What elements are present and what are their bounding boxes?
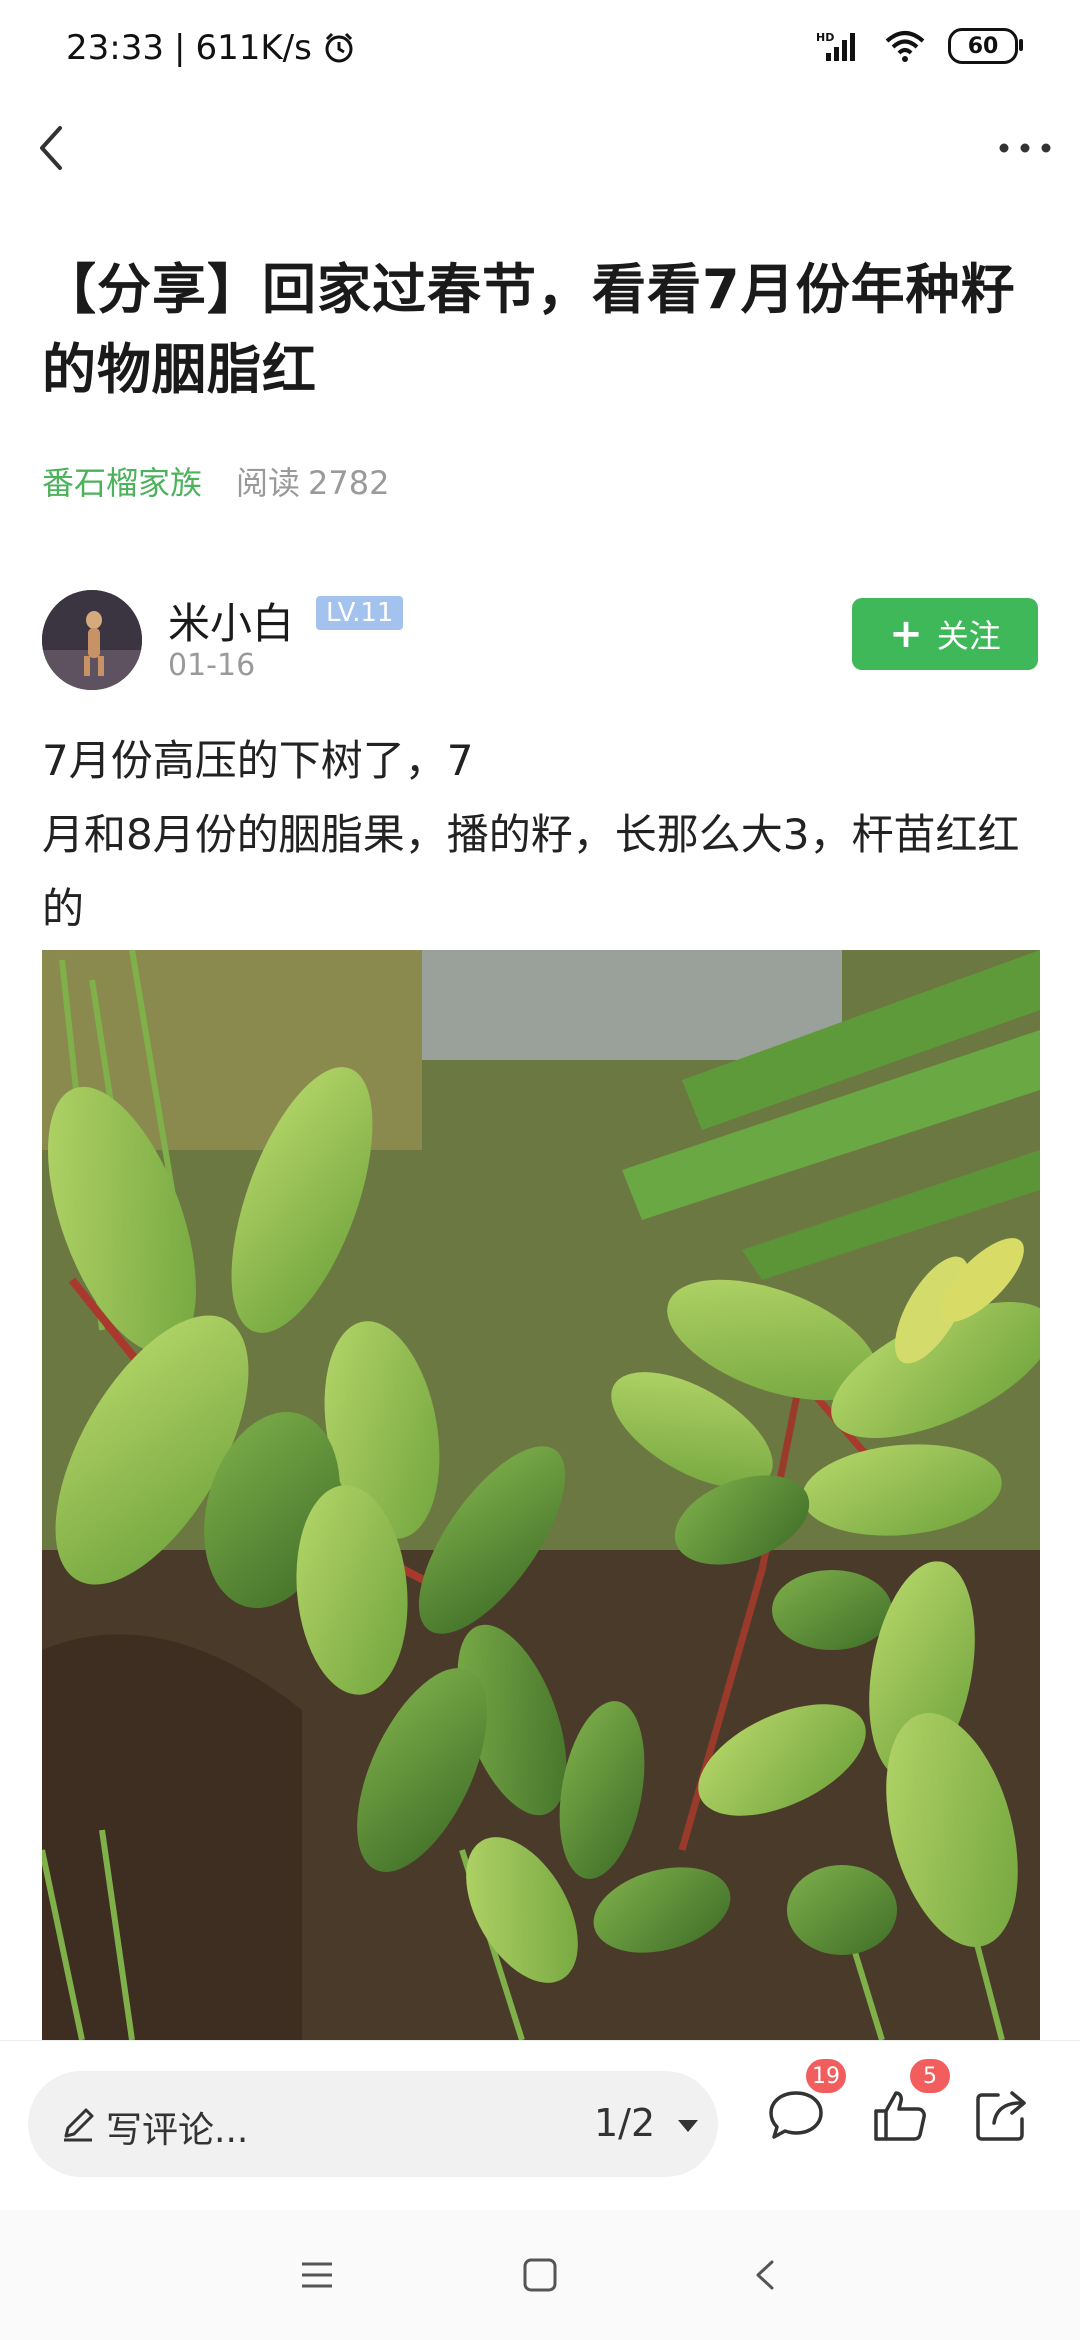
wifi-icon <box>885 31 925 62</box>
plus-icon: + <box>889 611 923 657</box>
guava-seedlings-photo <box>42 950 1040 2040</box>
menu-icon[interactable] <box>296 2254 338 2296</box>
body-line: 7月份高压的下树了，7 <box>42 736 474 785</box>
back-icon <box>40 126 62 170</box>
system-navigation-bar <box>0 2210 1080 2340</box>
reads-label: 阅读 <box>236 464 301 502</box>
comment-placeholder: 写评论... <box>106 2110 249 2151</box>
caret-down-icon[interactable] <box>674 2111 702 2139</box>
signal-icon: HD <box>816 31 855 61</box>
comment-count-badge: 19 <box>806 2059 846 2093</box>
thumbs-up-icon <box>874 2091 926 2141</box>
home-icon[interactable] <box>519 2254 561 2296</box>
status-divider: | <box>173 28 186 68</box>
like-count-badge: 5 <box>910 2059 950 2093</box>
post-image[interactable] <box>42 950 1040 2040</box>
battery-icon: 60 <box>948 28 1023 64</box>
status-speed: 611K/s <box>195 28 312 68</box>
follow-label: 关注 <box>936 617 1001 655</box>
community-link[interactable]: 番石榴家族 <box>42 458 202 504</box>
post-title: 【分享】回家过春节，看看7月份年种籽的物胭脂红 <box>42 258 1016 401</box>
bottom-action-bar: 写评论... 1/2 19 5 <box>0 2040 1080 2211</box>
follow-button[interactable]: + 关注 <box>852 598 1038 670</box>
more-button[interactable] <box>990 118 1060 178</box>
comments-button[interactable]: 19 <box>766 2059 846 2145</box>
post-body: 7月份高压的下树了，7 月和8月份的胭脂果，播的籽，长那么大3，杆苗红红的 <box>42 724 1042 946</box>
more-icon <box>999 143 1051 153</box>
post-date: 01-16 <box>168 648 256 683</box>
avatar[interactable] <box>42 590 142 690</box>
body-line: 月和8月份的胭脂果，播的籽，长那么大3，杆苗红红的 <box>42 810 1020 933</box>
pencil-icon <box>64 2108 94 2142</box>
back-button[interactable] <box>24 118 84 178</box>
status-bar: 23:33 | 611K/s HD 60 <box>0 0 1080 100</box>
comment-input[interactable]: 写评论... 1/2 <box>28 2071 718 2177</box>
share-icon <box>976 2091 1026 2141</box>
battery-level: 60 <box>967 33 999 59</box>
alarm-icon <box>325 32 353 63</box>
system-back-icon[interactable] <box>746 2254 788 2296</box>
level-badge: LV.11 <box>316 596 404 630</box>
comment-bubble-icon <box>769 2091 823 2139</box>
avatar-image <box>42 590 142 690</box>
author-name[interactable]: 米小白 <box>168 590 294 651</box>
status-right: HD 60 <box>816 28 1023 64</box>
status-left: 23:33 | 611K/s <box>66 28 356 68</box>
network-type-label: HD <box>816 31 834 44</box>
page-indicator[interactable]: 1/2 <box>594 2101 655 2145</box>
top-nav-bar <box>0 100 1080 200</box>
post-meta: 番石榴家族 阅读 2782 <box>42 458 389 504</box>
status-time: 23:33 <box>66 28 164 68</box>
reads-count: 2782 <box>308 464 390 502</box>
like-button[interactable]: 5 <box>870 2059 950 2145</box>
read-stats: 阅读 2782 <box>236 458 389 504</box>
share-button[interactable] <box>972 2085 1032 2145</box>
author-row: 米小白 LV.11 01-16 + 关注 <box>42 590 1038 690</box>
